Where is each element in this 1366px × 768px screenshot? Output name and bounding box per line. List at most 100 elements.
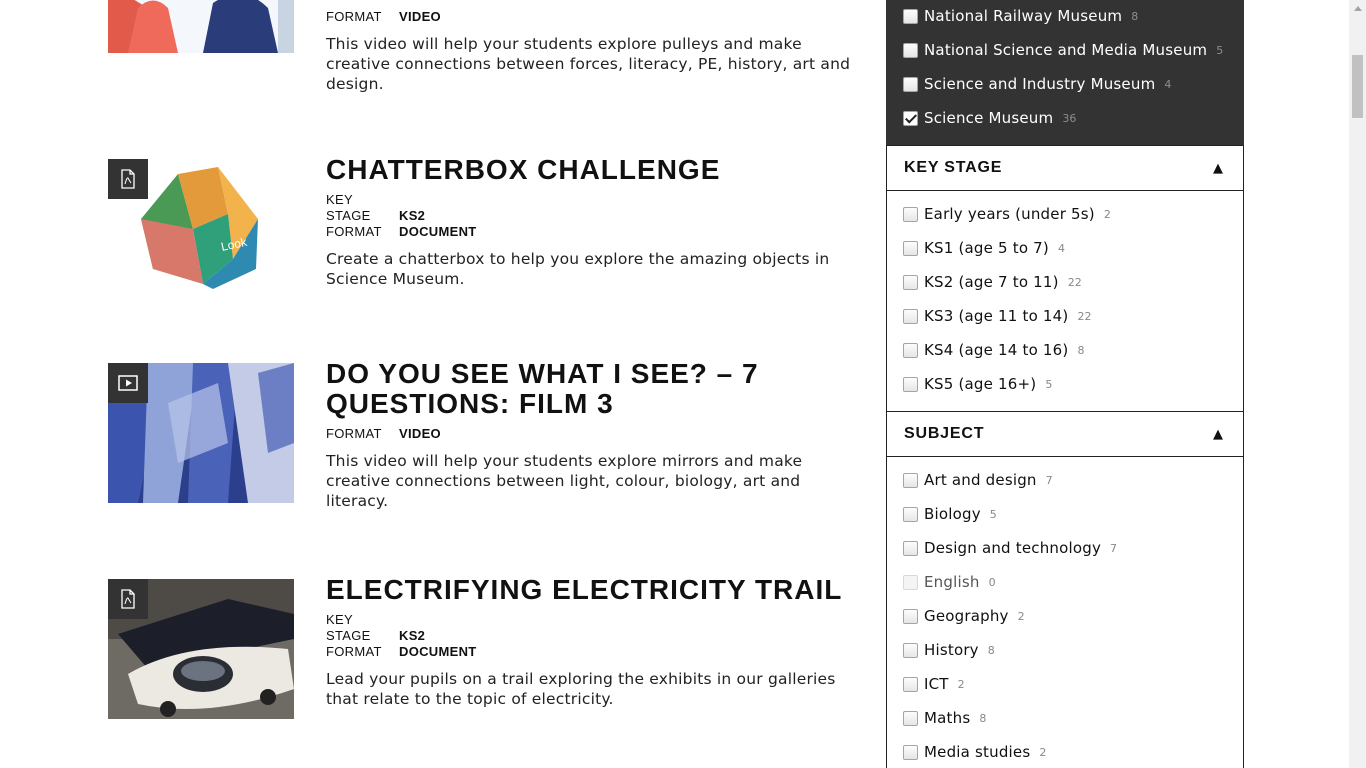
filter-checkbox[interactable] — [903, 710, 918, 726]
result-description: This video will help your students explo… — [326, 452, 803, 510]
filter-subject-design-technology[interactable]: Design and technology 7 — [903, 538, 1117, 558]
filter-key-stage-early-years[interactable]: Early years (under 5s) 2 — [903, 204, 1111, 224]
filter-subject-english: English 0 — [903, 572, 996, 592]
format-value: DOCUMENT — [399, 644, 477, 659]
filter-label: Biology — [924, 505, 981, 523]
filter-subject-biology[interactable]: Biology 5 — [903, 504, 997, 524]
filter-checkbox[interactable] — [903, 274, 918, 290]
filter-checkbox[interactable] — [903, 342, 918, 358]
filter-label: Early years (under 5s) — [924, 205, 1095, 223]
filter-subject-ict[interactable]: ICT 2 — [903, 674, 965, 694]
key-stage-section-header[interactable]: KEY STAGE ▲ — [886, 145, 1244, 191]
result-item-electricity-trail: ELECTRIFYING ELECTRICITY TRAIL KEY STAGE… — [108, 575, 858, 729]
format-meta: FORMAT DOCUMENT — [326, 644, 477, 659]
filter-key-stage-ks2[interactable]: KS2 (age 7 to 11) 22 — [903, 272, 1082, 292]
filter-subject-history[interactable]: History 8 — [903, 640, 995, 660]
result-thumbnail[interactable]: Look — [108, 159, 294, 299]
filter-label: KS2 (age 7 to 11) — [924, 273, 1059, 291]
filter-label: KS4 (age 14 to 16) — [924, 341, 1069, 359]
filter-count: 22 — [1067, 275, 1082, 289]
filter-label: Media studies — [924, 743, 1031, 761]
result-thumbnail[interactable] — [108, 0, 294, 53]
format-meta: FORMAT DOCUMENT — [326, 224, 477, 239]
filter-count: 4 — [1164, 77, 1172, 91]
filter-checkbox[interactable] — [903, 8, 918, 24]
filter-checkbox[interactable] — [903, 76, 918, 92]
pdf-icon — [108, 579, 148, 619]
filter-museum-science-museum[interactable]: Science Museum 36 — [903, 108, 1076, 128]
scroll-up-arrow-icon[interactable] — [1349, 0, 1366, 17]
filter-subject-maths[interactable]: Maths 8 — [903, 708, 986, 728]
filter-checkbox[interactable] — [903, 206, 918, 222]
filter-count: 8 — [1077, 343, 1085, 357]
filter-checkbox[interactable] — [903, 744, 918, 760]
filter-label: Geography — [924, 607, 1009, 625]
filter-subject-media-studies[interactable]: Media studies 2 — [903, 742, 1046, 762]
collapse-arrow-icon[interactable]: ▲ — [1213, 427, 1223, 442]
filter-checkbox[interactable] — [903, 240, 918, 256]
result-item-chatterbox: Look CHATTERBOX CHALLENGE KEY STAGE KS2 F… — [108, 155, 858, 309]
filter-subject-geography[interactable]: Geography 2 — [903, 606, 1025, 626]
filter-museum-science-industry[interactable]: Science and Industry Museum 4 — [903, 74, 1171, 94]
result-title[interactable]: ELECTRIFYING ELECTRICITY TRAIL — [326, 575, 856, 605]
filter-checkbox[interactable] — [903, 472, 918, 488]
result-item-do-you-see: DO YOU SEE WHAT I SEE? – 7 QUESTIONS: FI… — [108, 359, 858, 513]
filter-label: English — [924, 573, 980, 591]
filter-checkbox-disabled — [903, 574, 918, 590]
filter-checkbox[interactable] — [903, 376, 918, 392]
key-stage-value: KS2 — [399, 208, 426, 223]
filter-label: National Science and Media Museum — [924, 41, 1208, 59]
filter-label: Science Museum — [924, 109, 1054, 127]
filter-key-stage-ks1[interactable]: KS1 (age 5 to 7) 4 — [903, 238, 1065, 258]
filter-count: 8 — [979, 711, 987, 725]
filter-label: National Railway Museum — [924, 7, 1123, 25]
filter-count: 22 — [1077, 309, 1092, 323]
result-description: Lead your pupils on a trail exploring th… — [326, 670, 836, 708]
filter-count: 8 — [987, 643, 995, 657]
filter-checkbox[interactable] — [903, 540, 918, 556]
collapse-arrow-icon[interactable]: ▲ — [1213, 161, 1223, 176]
scrollbar-thumb[interactable] — [1352, 55, 1363, 118]
filter-checkbox[interactable] — [903, 676, 918, 692]
filter-checkbox[interactable] — [903, 608, 918, 624]
filter-count: 2 — [1103, 207, 1111, 221]
result-title[interactable]: CHATTERBOX CHALLENGE — [326, 155, 856, 185]
filter-count: 2 — [1039, 745, 1047, 759]
result-thumbnail[interactable] — [108, 363, 294, 503]
format-value: DOCUMENT — [399, 224, 477, 239]
result-thumbnail[interactable] — [108, 579, 294, 719]
filter-museum-science-media[interactable]: National Science and Media Museum 5 — [903, 40, 1223, 60]
filter-count: 2 — [957, 677, 965, 691]
filter-count: 5 — [1216, 43, 1224, 57]
filter-checkbox[interactable] — [903, 308, 918, 324]
filter-label: ICT — [924, 675, 949, 693]
section-title: SUBJECT — [904, 425, 985, 442]
subject-section-header[interactable]: SUBJECT ▲ — [886, 411, 1244, 457]
page-scrollbar[interactable] — [1349, 0, 1366, 768]
format-value: VIDEO — [399, 426, 441, 441]
filter-checkbox[interactable] — [903, 42, 918, 58]
format-value: VIDEO — [399, 9, 441, 24]
format-meta: FORMAT VIDEO — [326, 426, 441, 441]
result-description: This video will help your students explo… — [326, 35, 851, 93]
result-item-pulleys-video: FORMAT VIDEO This video will help your st… — [108, 0, 858, 100]
result-description: Create a chatterbox to help you explore … — [326, 250, 830, 288]
filter-checkbox-checked[interactable] — [903, 110, 918, 126]
section-title: KEY STAGE — [904, 159, 1003, 176]
filter-label: Maths — [924, 709, 971, 727]
filter-count: 7 — [1045, 473, 1053, 487]
filter-checkbox[interactable] — [903, 642, 918, 658]
filter-count: 0 — [988, 575, 996, 589]
key-stage-meta: KEY STAGE KS2 — [326, 612, 426, 643]
filter-count: 5 — [989, 507, 997, 521]
thumbnail-image — [108, 0, 294, 53]
filter-count: 7 — [1110, 541, 1118, 555]
filter-count: 5 — [1045, 377, 1053, 391]
filter-subject-art-design[interactable]: Art and design 7 — [903, 470, 1053, 490]
filter-key-stage-ks3[interactable]: KS3 (age 11 to 14) 22 — [903, 306, 1091, 326]
filter-key-stage-ks4[interactable]: KS4 (age 14 to 16) 8 — [903, 340, 1084, 360]
result-title[interactable]: DO YOU SEE WHAT I SEE? – 7 QUESTIONS: FI… — [326, 359, 856, 419]
filter-museum-railway[interactable]: National Railway Museum 8 — [903, 6, 1138, 26]
filter-key-stage-ks5[interactable]: KS5 (age 16+) 5 — [903, 374, 1052, 394]
filter-checkbox[interactable] — [903, 506, 918, 522]
